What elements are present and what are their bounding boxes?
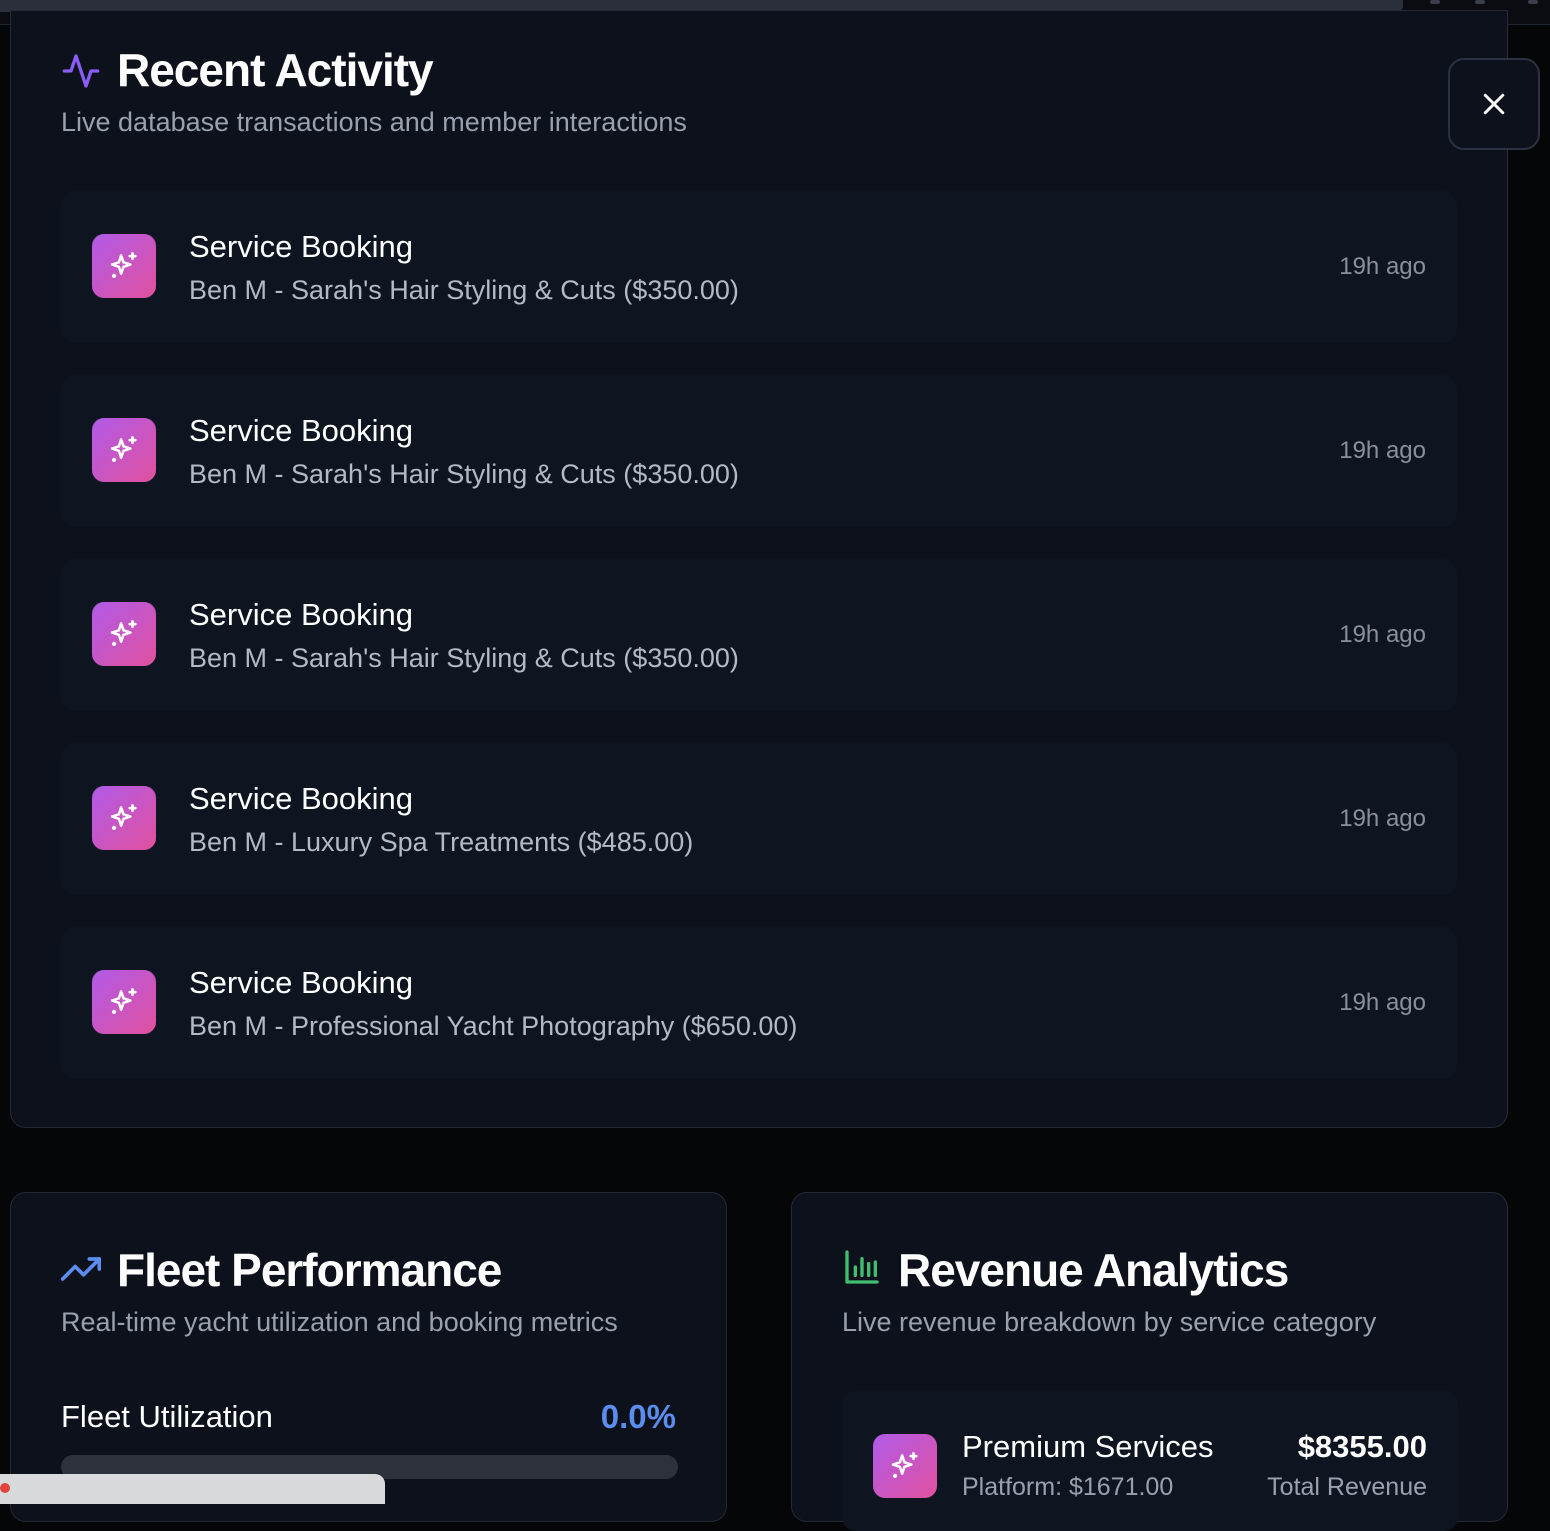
recent-activity-subtitle: Live database transactions and member in…	[61, 107, 687, 137]
toolbar-icon	[1475, 0, 1485, 4]
trending-up-icon	[61, 1257, 101, 1281]
close-button[interactable]	[1448, 58, 1540, 150]
activity-item-time: 19h ago	[1339, 621, 1426, 648]
fleet-performance-title: Fleet Performance	[117, 1244, 502, 1296]
activity-item[interactable]: Service Booking Ben M - Luxury Spa Treat…	[61, 743, 1457, 895]
sparkles-icon	[92, 602, 156, 666]
activity-item-title: Service Booking	[189, 229, 414, 264]
fleet-utilization-label: Fleet Utilization	[61, 1399, 273, 1434]
sparkles-icon	[92, 234, 156, 298]
activity-item-description: Ben M - Professional Yacht Photography (…	[189, 1011, 798, 1041]
sparkles-icon	[92, 418, 156, 482]
fleet-utilization-value: 0.0%	[600, 1398, 676, 1435]
recent-activity-title: Recent Activity	[117, 44, 434, 96]
activity-item-title: Service Booking	[189, 965, 414, 1000]
activity-item[interactable]: Service Booking Ben M - Sarah's Hair Sty…	[61, 375, 1457, 527]
activity-item-title: Service Booking	[189, 413, 414, 448]
activity-item[interactable]: Service Booking Ben M - Sarah's Hair Sty…	[61, 559, 1457, 711]
bar-chart-icon	[845, 1250, 879, 1284]
dock-indicator	[0, 1483, 10, 1493]
activity-item-time: 19h ago	[1339, 253, 1426, 280]
fleet-performance-panel: Fleet Performance Real-time yacht utiliz…	[10, 1192, 727, 1522]
revenue-item-platform: Platform: $1671.00	[962, 1473, 1174, 1501]
activity-item-time: 19h ago	[1339, 989, 1426, 1016]
activity-item-title: Service Booking	[189, 597, 414, 632]
revenue-item-total-label: Total Revenue	[1267, 1473, 1427, 1501]
recent-activity-panel: Recent Activity Live database transactio…	[10, 10, 1508, 1128]
revenue-analytics-subtitle: Live revenue breakdown by service catego…	[842, 1307, 1377, 1337]
activity-item-time: 19h ago	[1339, 437, 1426, 464]
activity-item-time: 19h ago	[1339, 805, 1426, 832]
toolbar-icon	[1430, 0, 1440, 4]
sparkles-icon	[92, 786, 156, 850]
activity-item-description: Ben M - Luxury Spa Treatments ($485.00)	[189, 827, 694, 857]
revenue-item-name: Premium Services	[962, 1429, 1214, 1464]
activity-item-description: Ben M - Sarah's Hair Styling & Cuts ($35…	[189, 459, 739, 489]
activity-item-description: Ben M - Sarah's Hair Styling & Cuts ($35…	[189, 643, 739, 673]
close-icon	[1483, 93, 1505, 115]
activity-item-description: Ben M - Sarah's Hair Styling & Cuts ($35…	[189, 275, 739, 305]
fleet-performance-subtitle: Real-time yacht utilization and booking …	[61, 1307, 618, 1337]
revenue-analytics-title: Revenue Analytics	[898, 1244, 1289, 1296]
activity-icon	[62, 54, 100, 88]
toolbar-icon	[1528, 0, 1538, 4]
activity-item[interactable]: Service Booking Ben M - Professional Yac…	[61, 927, 1457, 1079]
sparkles-icon	[92, 970, 156, 1034]
activity-item-title: Service Booking	[189, 781, 414, 816]
dock-peek	[0, 1474, 385, 1504]
sparkles-icon	[873, 1434, 937, 1498]
revenue-analytics-panel: Revenue Analytics Live revenue breakdown…	[791, 1192, 1508, 1531]
activity-item[interactable]: Service Booking Ben M - Sarah's Hair Sty…	[61, 191, 1457, 343]
revenue-item-amount: $8355.00	[1297, 1429, 1427, 1464]
revenue-item[interactable]: Premium Services $8355.00 Platform: $167…	[842, 1391, 1458, 1531]
